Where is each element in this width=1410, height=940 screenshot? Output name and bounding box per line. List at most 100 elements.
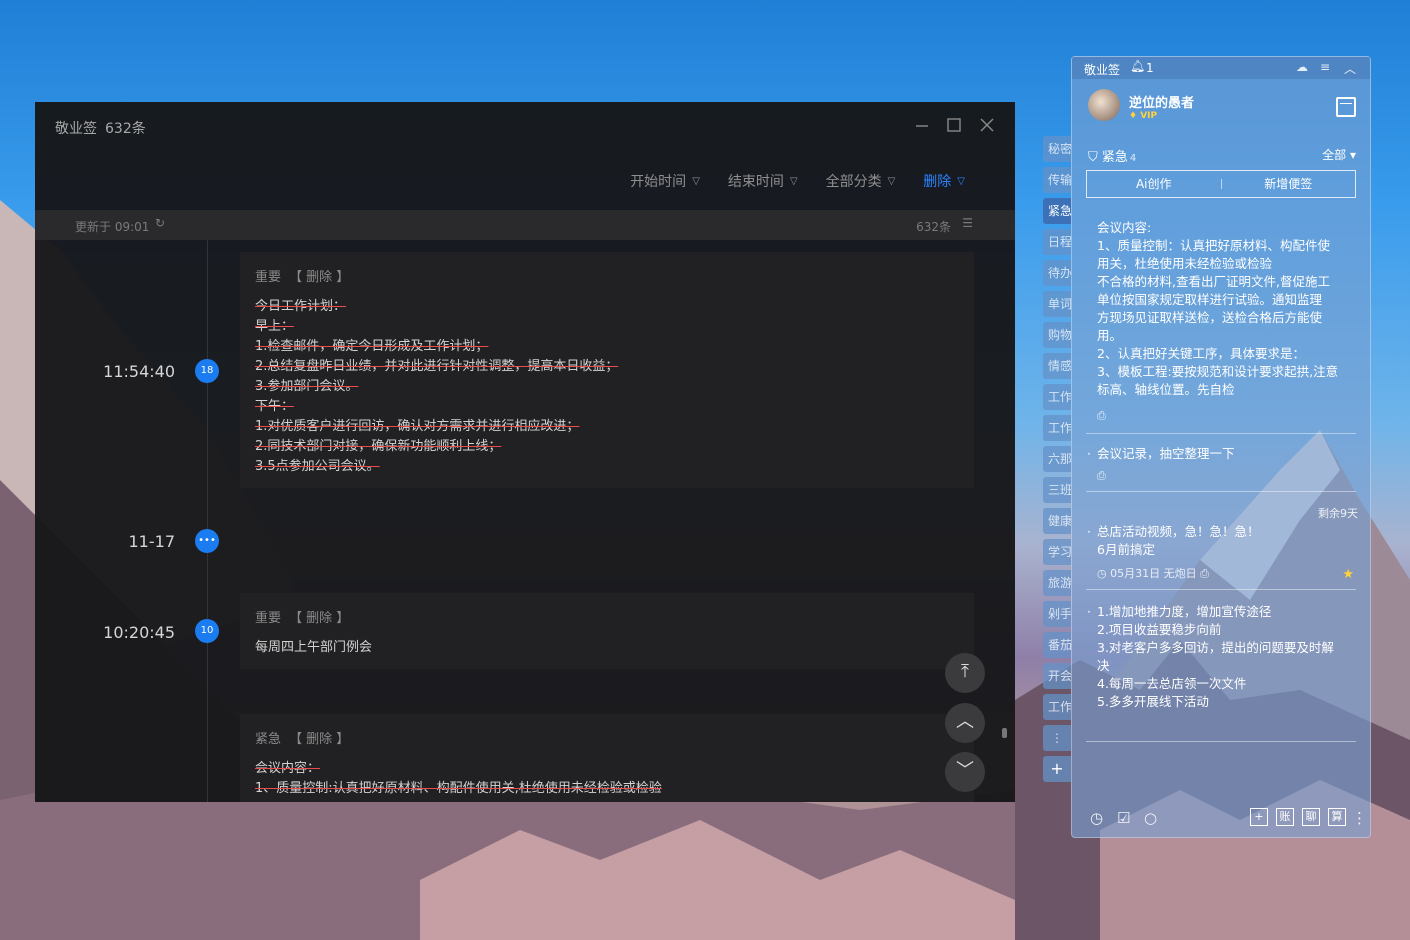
scroll-to-top-button[interactable]: ⤒ [945, 653, 985, 693]
note-line: 单位按国家规定取样进行试验。通知监理 [1097, 292, 1323, 307]
avatar[interactable] [1088, 89, 1120, 121]
tab-category[interactable]: 工作 [1043, 384, 1071, 410]
card-header: 重要 【删除】 [255, 266, 959, 285]
note-line: 不合格的材料,查看出厂证明文件,督促施工 [1097, 274, 1330, 289]
filter-dropdown[interactable]: 全部 ▾ [1322, 146, 1356, 163]
tab-category[interactable]: 旅游 [1043, 570, 1071, 596]
timeline-badge[interactable]: 10 [195, 619, 219, 643]
card-delete-link[interactable]: 删除 [306, 270, 332, 285]
new-note-button[interactable]: 新增便签 [1222, 171, 1356, 197]
note-line: 3.参加部门会议。 [255, 379, 359, 394]
bell-icon[interactable]: 🔔︎ [1130, 59, 1145, 73]
note-line: 每周四上午部门例会 [255, 640, 373, 655]
search-icon[interactable]: ○ [1144, 809, 1157, 827]
note-line: 下午： [255, 399, 295, 414]
updated-time: 更新于 09:01 [75, 220, 150, 234]
note-card[interactable]: 紧急 【删除】 会议内容： 1、质量控制:认真把好原材料、构配件使用关,杜绝使用… [240, 714, 974, 802]
note-line: 用。 [1097, 328, 1123, 343]
tab-category[interactable]: 情感 [1043, 353, 1071, 379]
add-tab-icon[interactable]: + [1043, 756, 1071, 782]
calendar-icon[interactable] [1336, 97, 1356, 117]
tab-category[interactable]: 日程 [1043, 229, 1071, 255]
share-icon[interactable]: ⎙ [1097, 409, 1106, 423]
card-delete-link[interactable]: 删除 [306, 611, 332, 626]
vip-label: VIP [1140, 111, 1158, 121]
note-line: 1.检查邮件，确定今日形成及工作计划； [255, 339, 489, 354]
card-header: 重要 【删除】 [255, 607, 959, 626]
refresh-icon[interactable]: ↻ [155, 216, 165, 230]
clock-icon[interactable]: ◷ [1090, 809, 1103, 827]
tab-category[interactable]: 秘密 [1043, 136, 1071, 162]
menu-icon[interactable]: ≡ [1320, 60, 1330, 74]
tab-category[interactable]: 工作 [1043, 694, 1071, 720]
category-filter[interactable]: 全部分类 ▽ [826, 170, 896, 192]
category-label: 全部分类 [825, 174, 882, 190]
tab-category[interactable]: 番茄 [1043, 632, 1071, 658]
ai-create-button[interactable]: Ai创作 [1087, 171, 1221, 197]
minimize-icon[interactable] [913, 116, 933, 136]
tab-category[interactable]: 购物 [1043, 322, 1071, 348]
timeline-content: 11:54:40 18 11-17 ••• 10:20:45 10 重要 【删除… [35, 240, 1015, 802]
note-item[interactable]: · 1.增加地推力度，增加宣传途径 2.项目收益要稳步向前 3.对老客户多多回访… [1087, 603, 1359, 711]
bullet: · [1087, 604, 1091, 619]
more-tabs-icon[interactable]: ⋮ [1043, 725, 1071, 751]
scroll-down-button[interactable]: ﹀ [945, 752, 985, 792]
tab-category[interactable]: 开会 [1043, 663, 1071, 689]
panel-app-title: 敬业签 [1084, 63, 1121, 77]
maximize-icon[interactable] [945, 116, 965, 136]
note-line: 会议记录，抽空整理一下 [1097, 446, 1235, 461]
filter-toolbar: 开始时间 ▽ 结束时间 ▽ 全部分类 ▽ 删除 ▽ [630, 170, 1015, 192]
scrollbar-thumb[interactable] [1002, 728, 1007, 738]
cloud-icon[interactable]: ☁ [1296, 60, 1308, 74]
add-box-icon[interactable]: + [1250, 808, 1268, 826]
tab-category[interactable]: 三班 [1043, 477, 1071, 503]
scroll-up-button[interactable]: ︿ [945, 703, 985, 743]
bullet: · [1087, 446, 1091, 461]
total-count: 632条 [916, 220, 951, 234]
sort-icon[interactable]: ☰ [962, 216, 973, 230]
timeline-badge[interactable]: ••• [195, 529, 219, 553]
note-card[interactable]: 重要 【删除】 每周四上午部门例会 [240, 593, 974, 669]
timeline-badge[interactable]: 18 [195, 359, 219, 383]
tab-category[interactable]: 剁手 [1043, 601, 1071, 627]
category-count: 4 [1129, 153, 1137, 164]
more-icon[interactable]: ⋮ [1352, 809, 1367, 827]
tab-category[interactable]: 学习 [1043, 539, 1071, 565]
share-icon[interactable]: ⎙ [1097, 469, 1106, 483]
star-icon[interactable]: ★ [1342, 567, 1354, 582]
note-card[interactable]: 重要 【删除】 今日工作计划： 早上： 1.检查邮件，确定今日形成及工作计划； … [240, 252, 974, 488]
checklist-icon[interactable]: ☑ [1117, 809, 1130, 827]
bracket: 】 [336, 270, 350, 285]
tab-category[interactable]: 六那 [1043, 446, 1071, 472]
status-bar: 更新于 09:01 ↻ 632条 ☰ [35, 210, 1015, 240]
tab-category[interactable]: 传输 [1043, 167, 1071, 193]
card-delete-link[interactable]: 删除 [306, 732, 332, 747]
main-window: 敬业签 632条 开始时间 ▽ 结束时间 ▽ 全部分类 ▽ 删除 ▽ 更新于 09:01 … [35, 102, 1015, 802]
note-item[interactable]: · 会议记录，抽空整理一下 [1087, 445, 1359, 463]
card-tag: 重要 [255, 611, 282, 626]
divider [1086, 433, 1356, 434]
chevron-up-icon[interactable]: ︿ [1344, 60, 1356, 77]
start-time-filter[interactable]: 开始时间 ▽ [630, 170, 700, 192]
note-line: 2.同技术部门对接，确保新功能顺利上线； [255, 439, 502, 454]
chat-button[interactable]: 聊 [1302, 808, 1320, 826]
tab-category[interactable]: 紧急 [1043, 198, 1071, 224]
tab-category[interactable]: 健康 [1043, 508, 1071, 534]
start-time-label: 开始时间 [630, 174, 687, 190]
delete-filter[interactable]: 删除 ▽ [923, 170, 965, 192]
tab-category[interactable]: 工作 [1043, 415, 1071, 441]
note-item[interactable]: · 总店活动视频，急！急！急！ 6月前搞定 [1087, 523, 1359, 559]
tab-category[interactable]: 单词 [1043, 291, 1071, 317]
calc-button[interactable]: 算 [1328, 808, 1346, 826]
note-line: 3.对老客户多多回访，提出的问题要及时解 [1097, 640, 1334, 655]
ledger-button[interactable]: 账 [1276, 808, 1294, 826]
end-time-filter[interactable]: 结束时间 ▽ [728, 170, 798, 192]
note-item[interactable]: · 会议内容: 1、质量控制：认真把好原材料、构配件使 用关，杜绝使用未经检验或… [1097, 219, 1359, 403]
bracket: 【 [289, 732, 303, 747]
share-icon[interactable]: ⎙ [1200, 567, 1209, 580]
reminder-date: 05月31日 无炮日 [1110, 567, 1197, 580]
tab-category[interactable]: 待办 [1043, 260, 1071, 286]
note-line: 3.5点参加公司会议。 [255, 459, 380, 474]
note-line: 会议内容： [255, 761, 321, 776]
close-icon[interactable] [978, 116, 998, 136]
